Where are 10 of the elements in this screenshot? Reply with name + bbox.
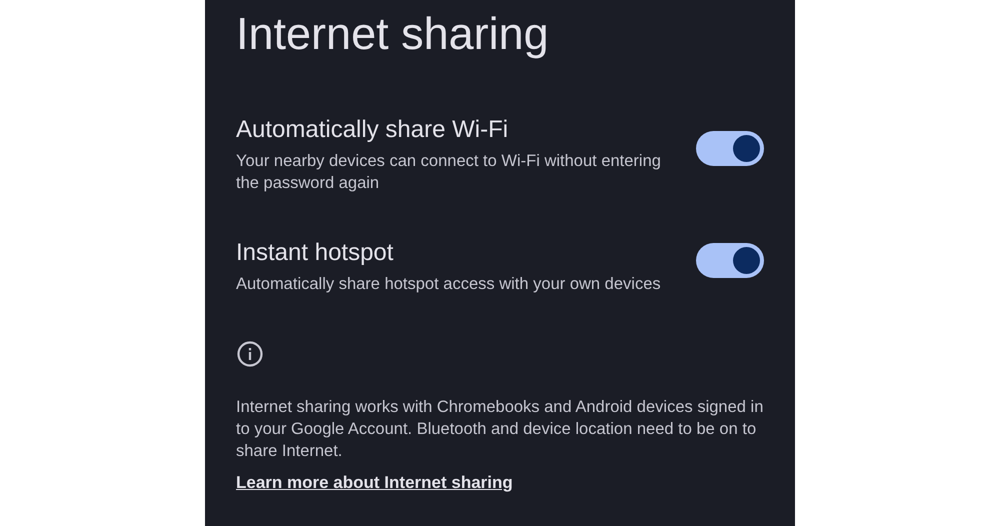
setting-title: Automatically share Wi-Fi (236, 115, 510, 145)
learn-more-link[interactable]: Learn more about Internet sharing (236, 472, 513, 494)
setting-description: Your nearby devices can connect to Wi-Fi without entering the password again (236, 151, 662, 194)
setting-description: Automatically share hotspot access with your own devices (236, 274, 662, 295)
toggle-switch[interactable] (696, 243, 764, 278)
toggle-switch[interactable] (696, 131, 764, 166)
setting-title: Instant hotspot (236, 238, 394, 268)
page-title: Internet sharing (236, 7, 550, 61)
info-text: Internet sharing works with Chromebooks and Android devices signed in to your Google Account. Bluetooth and device location need to be on to share Internet. (236, 397, 764, 462)
info-icon (236, 340, 264, 368)
